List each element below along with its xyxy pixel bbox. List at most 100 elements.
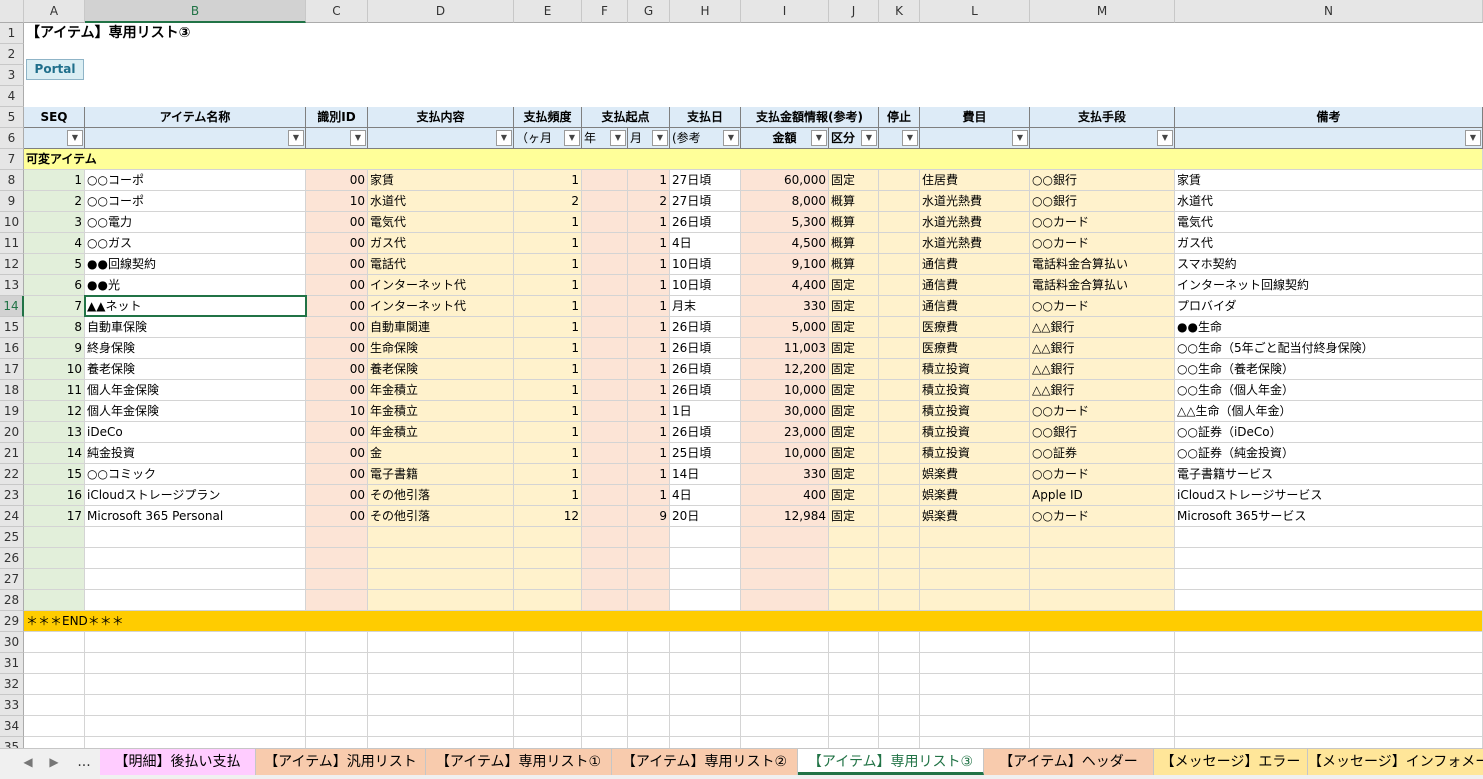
cell-empty[interactable] (1175, 527, 1483, 548)
cell-empty[interactable] (514, 632, 582, 653)
cell-name[interactable]: 自動車保険 (85, 317, 306, 338)
cell-method[interactable]: △△銀行 (1030, 380, 1175, 401)
cell-empty[interactable] (628, 674, 670, 695)
cell-id[interactable]: 10 (306, 401, 368, 422)
cell-empty[interactable] (628, 716, 670, 737)
cell-day[interactable]: 26日頃 (670, 317, 741, 338)
row-header[interactable]: 16 (0, 338, 24, 359)
cell-kind[interactable]: 概算 (829, 233, 879, 254)
cell-empty[interactable] (879, 443, 920, 464)
cell-empty[interactable] (368, 569, 514, 590)
cell-name[interactable]: iCloudストレージプラン (85, 485, 306, 506)
cell-empty[interactable] (670, 527, 741, 548)
cell-kind[interactable]: 概算 (829, 212, 879, 233)
cell-empty[interactable] (628, 548, 670, 569)
cell-empty[interactable] (829, 695, 879, 716)
cell-empty[interactable] (879, 170, 920, 191)
row-header[interactable]: 19 (0, 401, 24, 422)
more-sheets-button[interactable]: ... (70, 749, 98, 775)
cell-seq[interactable]: 9 (24, 338, 85, 359)
cell-kind[interactable]: 固定 (829, 401, 879, 422)
cell-expense[interactable]: 娯楽費 (920, 464, 1030, 485)
cell-amount[interactable]: 23,000 (741, 422, 829, 443)
cell-empty[interactable] (24, 632, 85, 653)
cell-name[interactable]: ○○ガス (85, 233, 306, 254)
cell-freq[interactable]: 1 (514, 464, 582, 485)
row-header[interactable]: 18 (0, 380, 24, 401)
cell-amount[interactable]: 8,000 (741, 191, 829, 212)
column-header-e[interactable]: E (514, 0, 582, 23)
cell-empty[interactable] (582, 527, 628, 548)
cell-freq[interactable]: 1 (514, 380, 582, 401)
cell-empty[interactable] (920, 716, 1030, 737)
cell-name[interactable]: ○○コーポ (85, 191, 306, 212)
column-header-l[interactable]: L (920, 0, 1030, 23)
cell-method[interactable]: ○○カード (1030, 296, 1175, 317)
cell-id[interactable]: 00 (306, 317, 368, 338)
cell-expense[interactable]: 医療費 (920, 338, 1030, 359)
cell-freq[interactable]: 1 (514, 233, 582, 254)
cell-content[interactable]: 年金積立 (368, 401, 514, 422)
cell-empty[interactable] (879, 422, 920, 443)
cell-freq[interactable]: 1 (514, 443, 582, 464)
cell-empty[interactable] (628, 695, 670, 716)
cell-seq[interactable]: 17 (24, 506, 85, 527)
row-header[interactable]: 11 (0, 233, 24, 254)
cell-note[interactable]: 家賃 (1175, 170, 1483, 191)
cell-day[interactable]: 26日頃 (670, 359, 741, 380)
cell-id[interactable]: 00 (306, 422, 368, 443)
cell-freq[interactable]: 1 (514, 254, 582, 275)
row-header[interactable]: 17 (0, 359, 24, 380)
cell-day[interactable]: 4日 (670, 485, 741, 506)
cell-empty[interactable] (1175, 653, 1483, 674)
cell-empty[interactable] (582, 569, 628, 590)
cell-name[interactable]: ○○コミック (85, 464, 306, 485)
cell-empty[interactable] (306, 632, 368, 653)
cell-month[interactable]: 1 (628, 359, 670, 380)
filter-dropdown-icon[interactable]: ▼ (67, 130, 83, 146)
row-header[interactable]: 7 (0, 149, 24, 170)
cell-seq[interactable]: 15 (24, 464, 85, 485)
cell-empty[interactable] (582, 632, 628, 653)
cell-empty[interactable] (306, 674, 368, 695)
cell-month[interactable]: 1 (628, 485, 670, 506)
cell-content[interactable]: 電気代 (368, 212, 514, 233)
column-header-c[interactable]: C (306, 0, 368, 23)
cell-empty[interactable] (306, 695, 368, 716)
cell-empty[interactable] (582, 254, 628, 275)
cell-empty[interactable] (514, 548, 582, 569)
cell-empty[interactable] (582, 317, 628, 338)
cell-empty[interactable] (368, 653, 514, 674)
portal-button[interactable]: Portal (26, 59, 84, 80)
sheet-tab[interactable]: 【メッセージ】インフォメーション (1308, 749, 1483, 775)
column-header-k[interactable]: K (879, 0, 920, 23)
cell-id[interactable]: 00 (306, 380, 368, 401)
cell-id[interactable]: 00 (306, 464, 368, 485)
cell-freq[interactable]: 1 (514, 401, 582, 422)
cell-empty[interactable] (920, 548, 1030, 569)
cell-empty[interactable] (24, 695, 85, 716)
cell-method[interactable]: 電話料金合算払い (1030, 275, 1175, 296)
filter-dropdown-icon[interactable]: ▼ (652, 130, 668, 146)
cell-empty[interactable] (879, 737, 920, 748)
cell-id[interactable]: 00 (306, 233, 368, 254)
cell-name[interactable]: ●●回線契約 (85, 254, 306, 275)
row-header[interactable]: 10 (0, 212, 24, 233)
row-header[interactable]: 9 (0, 191, 24, 212)
cell-empty[interactable] (306, 569, 368, 590)
cell-empty[interactable] (1030, 716, 1175, 737)
cell-empty[interactable] (829, 674, 879, 695)
sheet-tab[interactable]: 【アイテム】汎用リスト (256, 749, 426, 775)
cell-empty[interactable] (582, 422, 628, 443)
cell-empty[interactable] (1030, 548, 1175, 569)
cell-empty[interactable] (829, 632, 879, 653)
cell-day[interactable]: 1日 (670, 401, 741, 422)
cell-expense[interactable]: 積立投資 (920, 380, 1030, 401)
next-sheet-icon[interactable]: ▶ (44, 749, 64, 775)
cell-empty[interactable] (1175, 632, 1483, 653)
cell-kind[interactable]: 固定 (829, 317, 879, 338)
row-header[interactable]: 27 (0, 569, 24, 590)
cell-name[interactable]: 養老保険 (85, 359, 306, 380)
cell-empty[interactable] (514, 527, 582, 548)
cell-empty[interactable] (741, 527, 829, 548)
